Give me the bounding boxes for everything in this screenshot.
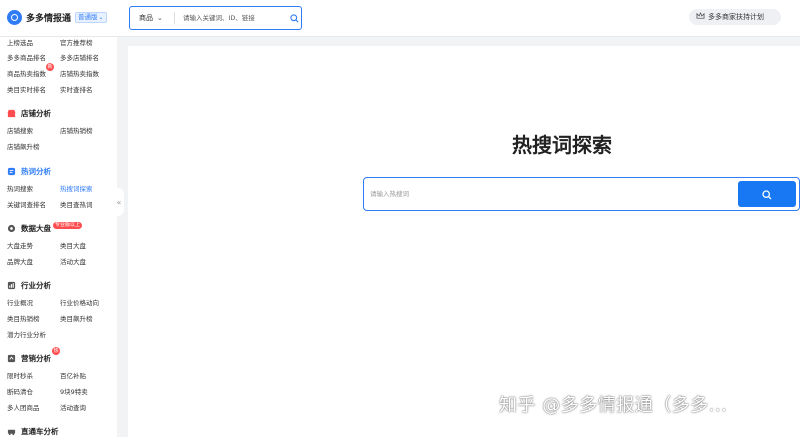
main-content: 热搜词探索	[128, 46, 800, 437]
section-store-analysis[interactable]: 店铺分析	[7, 108, 51, 119]
sidebar-row: 行业概况 行业价格动向	[7, 297, 99, 307]
sidebar-row: 上榜选品 官方推荐榜	[7, 37, 93, 47]
search-icon[interactable]	[287, 13, 301, 23]
watermark: 知乎 @多多情报通（多多...	[499, 395, 728, 416]
sidebar-item[interactable]: 多多店铺排名	[60, 52, 99, 62]
sidebar-item[interactable]: 大盘走势	[7, 242, 33, 250]
sidebar-item[interactable]: 类目实时排名	[7, 86, 46, 94]
search-type-select[interactable]: 商品 ⌄	[130, 13, 174, 23]
section-label: 营销分析	[21, 354, 51, 363]
sidebar-row: 热词搜索 热搜词探索	[7, 183, 93, 193]
sidebar-item[interactable]: 关键词查排名	[7, 201, 46, 209]
sidebar-item[interactable]: 类目飙升榜	[60, 313, 93, 323]
sidebar-item[interactable]: 断码清仓	[7, 388, 33, 396]
marketing-icon	[7, 354, 16, 363]
sidebar-item[interactable]: 店铺热卖指数	[60, 68, 99, 78]
sidebar-item[interactable]: 潜力行业分析	[7, 331, 46, 339]
section-label: 数据大盘	[21, 224, 51, 233]
logo[interactable]: 多多情报通 普通版 ⌄	[7, 10, 107, 25]
sidebar-row: 多人团商品 活动查询	[7, 402, 86, 412]
sidebar-row: 店铺飙升榜	[7, 141, 40, 151]
sidebar-row: 店铺搜索 店铺热销榜	[7, 125, 93, 135]
crown-icon	[696, 11, 705, 22]
merchant-support-button[interactable]: 多多商家扶持计划	[689, 9, 781, 25]
section-label: 店铺分析	[21, 109, 51, 118]
sidebar-item-active[interactable]: 热搜词探索	[60, 183, 93, 193]
sidebar-row: 类目实时排名 实时查排名	[7, 84, 93, 94]
sidebar-row: 多多商品排名 多多店铺排名	[7, 52, 99, 62]
page-title: 热搜词探索	[128, 129, 800, 158]
dashboard-icon	[7, 224, 16, 233]
section-industry-analysis[interactable]: 行业分析	[7, 280, 51, 291]
hotword-icon	[7, 167, 16, 176]
section-data-dashboard[interactable]: 数据大盘	[7, 223, 51, 234]
section-express-analysis[interactable]: 直通车分析	[7, 426, 59, 437]
section-label: 直通车分析	[21, 427, 59, 436]
sidebar-item[interactable]: 店铺热销榜	[60, 125, 93, 135]
top-header: 多多情报通 普通版 ⌄ 商品 ⌄ 多多商家扶持计划	[0, 0, 800, 37]
edition-dropdown[interactable]: 普通版 ⌄	[75, 12, 107, 23]
industry-icon	[7, 281, 16, 290]
search-type-label: 商品	[139, 14, 153, 22]
chevron-down-icon: ⌄	[98, 14, 104, 21]
sidebar-row: 类目热销榜 类目飙升榜	[7, 313, 93, 323]
merchant-support-label: 多多商家扶持计划	[708, 13, 764, 21]
section-label: 热词分析	[21, 167, 51, 176]
logo-text: 多多情报通	[26, 14, 72, 24]
global-search-input[interactable]	[175, 14, 287, 22]
sidebar-item[interactable]: 上榜选品	[7, 39, 33, 47]
sidebar-item[interactable]: 店铺飙升榜	[7, 143, 40, 151]
sidebar-row: 关键词查排名 类目查热词	[7, 199, 93, 209]
hotword-search-bar	[363, 177, 800, 211]
sidebar-item[interactable]: 9块9特卖	[60, 386, 88, 396]
section-marketing-analysis[interactable]: 营销分析	[7, 353, 51, 364]
sidebar-row: 品牌大盘 活动大盘	[7, 256, 86, 266]
sidebar: 上榜选品 官方推荐榜 多多商品排名 多多店铺排名 商品热卖指数 店铺热卖指数 新…	[0, 37, 117, 437]
car-icon	[7, 427, 16, 436]
sidebar-item[interactable]: 热词搜索	[7, 185, 33, 193]
section-hotword-analysis[interactable]: 热词分析	[7, 166, 51, 177]
sidebar-item[interactable]: 行业概况	[7, 299, 33, 307]
pro-badge: 专业版以上	[53, 222, 83, 229]
search-button[interactable]	[738, 181, 796, 207]
search-icon	[762, 185, 772, 204]
sidebar-item[interactable]: 多人团商品	[7, 404, 40, 412]
sidebar-item[interactable]: 商品热卖指数	[7, 70, 46, 78]
new-badge: 新	[46, 63, 54, 71]
hotword-search-input[interactable]	[364, 178, 738, 210]
sidebar-item[interactable]: 类目热销榜	[7, 315, 40, 323]
store-icon	[7, 109, 16, 118]
double-chevron-left-icon: «	[116, 197, 122, 207]
sidebar-row: 潜力行业分析	[7, 329, 46, 339]
hot-badge: 热	[52, 347, 60, 355]
sidebar-item[interactable]: 活动大盘	[60, 256, 86, 266]
sidebar-item[interactable]: 限时秒杀	[7, 372, 33, 380]
sidebar-row: 商品热卖指数 店铺热卖指数	[7, 68, 99, 78]
sidebar-item[interactable]: 行业价格动向	[60, 297, 99, 307]
sidebar-item[interactable]: 品牌大盘	[7, 258, 33, 266]
chevron-down-icon: ⌄	[157, 14, 163, 22]
sidebar-item[interactable]: 店铺搜索	[7, 127, 33, 135]
sidebar-item[interactable]: 官方推荐榜	[60, 37, 93, 47]
sidebar-item[interactable]: 类目查热词	[60, 199, 93, 209]
global-search-bar: 商品 ⌄	[129, 6, 302, 30]
sidebar-item[interactable]: 多多商品排名	[7, 54, 46, 62]
sidebar-row: 限时秒杀 百亿补贴	[7, 370, 86, 380]
edition-label: 普通版	[78, 13, 98, 21]
sidebar-row: 断码清仓 9块9特卖	[7, 386, 88, 396]
sidebar-item[interactable]: 实时查排名	[60, 84, 93, 94]
sidebar-collapse-toggle[interactable]: «	[114, 188, 124, 216]
sidebar-row: 大盘走势 类目大盘	[7, 240, 86, 250]
sidebar-item[interactable]: 百亿补贴	[60, 370, 86, 380]
logo-icon	[7, 10, 22, 25]
page-title-text: 热搜词探索	[512, 133, 612, 157]
sidebar-item[interactable]: 活动查询	[60, 402, 86, 412]
section-label: 行业分析	[21, 281, 51, 290]
sidebar-item[interactable]: 类目大盘	[60, 240, 86, 250]
